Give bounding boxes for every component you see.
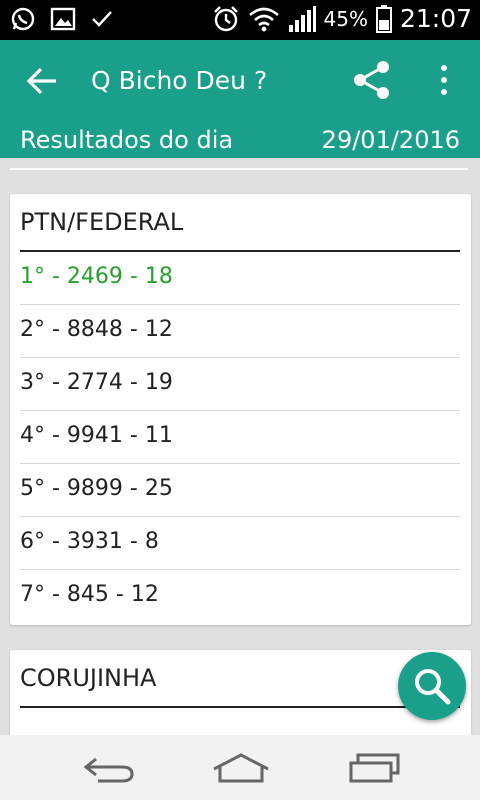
whatsapp-icon [11, 7, 35, 31]
battery-icon [375, 4, 392, 33]
system-nav-bar [0, 735, 480, 800]
results-list: 1° - 2469 - 18 2° - 8848 - 12 3° - 2774 … [20, 252, 460, 623]
back-arrow-icon[interactable] [26, 66, 58, 96]
result-row: 2° - 8848 - 12 [20, 305, 460, 358]
overflow-menu-icon[interactable] [432, 62, 456, 98]
app-title: Q Bicho Deu ? [91, 66, 268, 95]
nav-back-icon[interactable] [82, 753, 134, 787]
header-divider [10, 168, 468, 170]
wifi-icon [248, 7, 279, 31]
result-row: 6° - 3931 - 8 [20, 517, 460, 570]
image-icon [50, 7, 76, 31]
share-icon[interactable] [352, 60, 392, 100]
nav-home-icon[interactable] [212, 753, 270, 785]
nav-recent-apps-icon[interactable] [348, 753, 402, 785]
notification-icons [10, 6, 114, 32]
result-row: 4° - 9941 - 11 [20, 411, 460, 464]
alarm-icon [213, 5, 238, 31]
system-icons: 45% 21:07 [212, 4, 472, 33]
result-row: 7° - 845 - 12 [20, 582, 159, 607]
status-bar: 45% 21:07 [0, 0, 480, 40]
app-bar: Q Bicho Deu ? Resultados do dia 29/01/20… [0, 40, 480, 158]
search-fab-button[interactable] [398, 652, 466, 720]
card-title: CORUJINHA [20, 664, 157, 692]
search-icon [415, 669, 451, 705]
result-row: 1° - 2469 - 18 [20, 252, 460, 305]
signal-icon [288, 5, 316, 32]
card-title-divider [20, 706, 460, 708]
check-icon [92, 11, 112, 27]
battery-percentage: 45% [323, 6, 368, 31]
card-title: PTN/FEDERAL [20, 208, 184, 236]
result-card-ptn-federal: PTN/FEDERAL 1° - 2469 - 18 2° - 8848 - 1… [10, 194, 471, 625]
results-date: 29/01/2016 [321, 126, 460, 154]
clock: 21:07 [399, 4, 472, 33]
results-heading: Resultados do dia [20, 126, 234, 154]
result-row: 5° - 9899 - 25 [20, 464, 460, 517]
result-row: 3° - 2774 - 19 [20, 358, 460, 411]
